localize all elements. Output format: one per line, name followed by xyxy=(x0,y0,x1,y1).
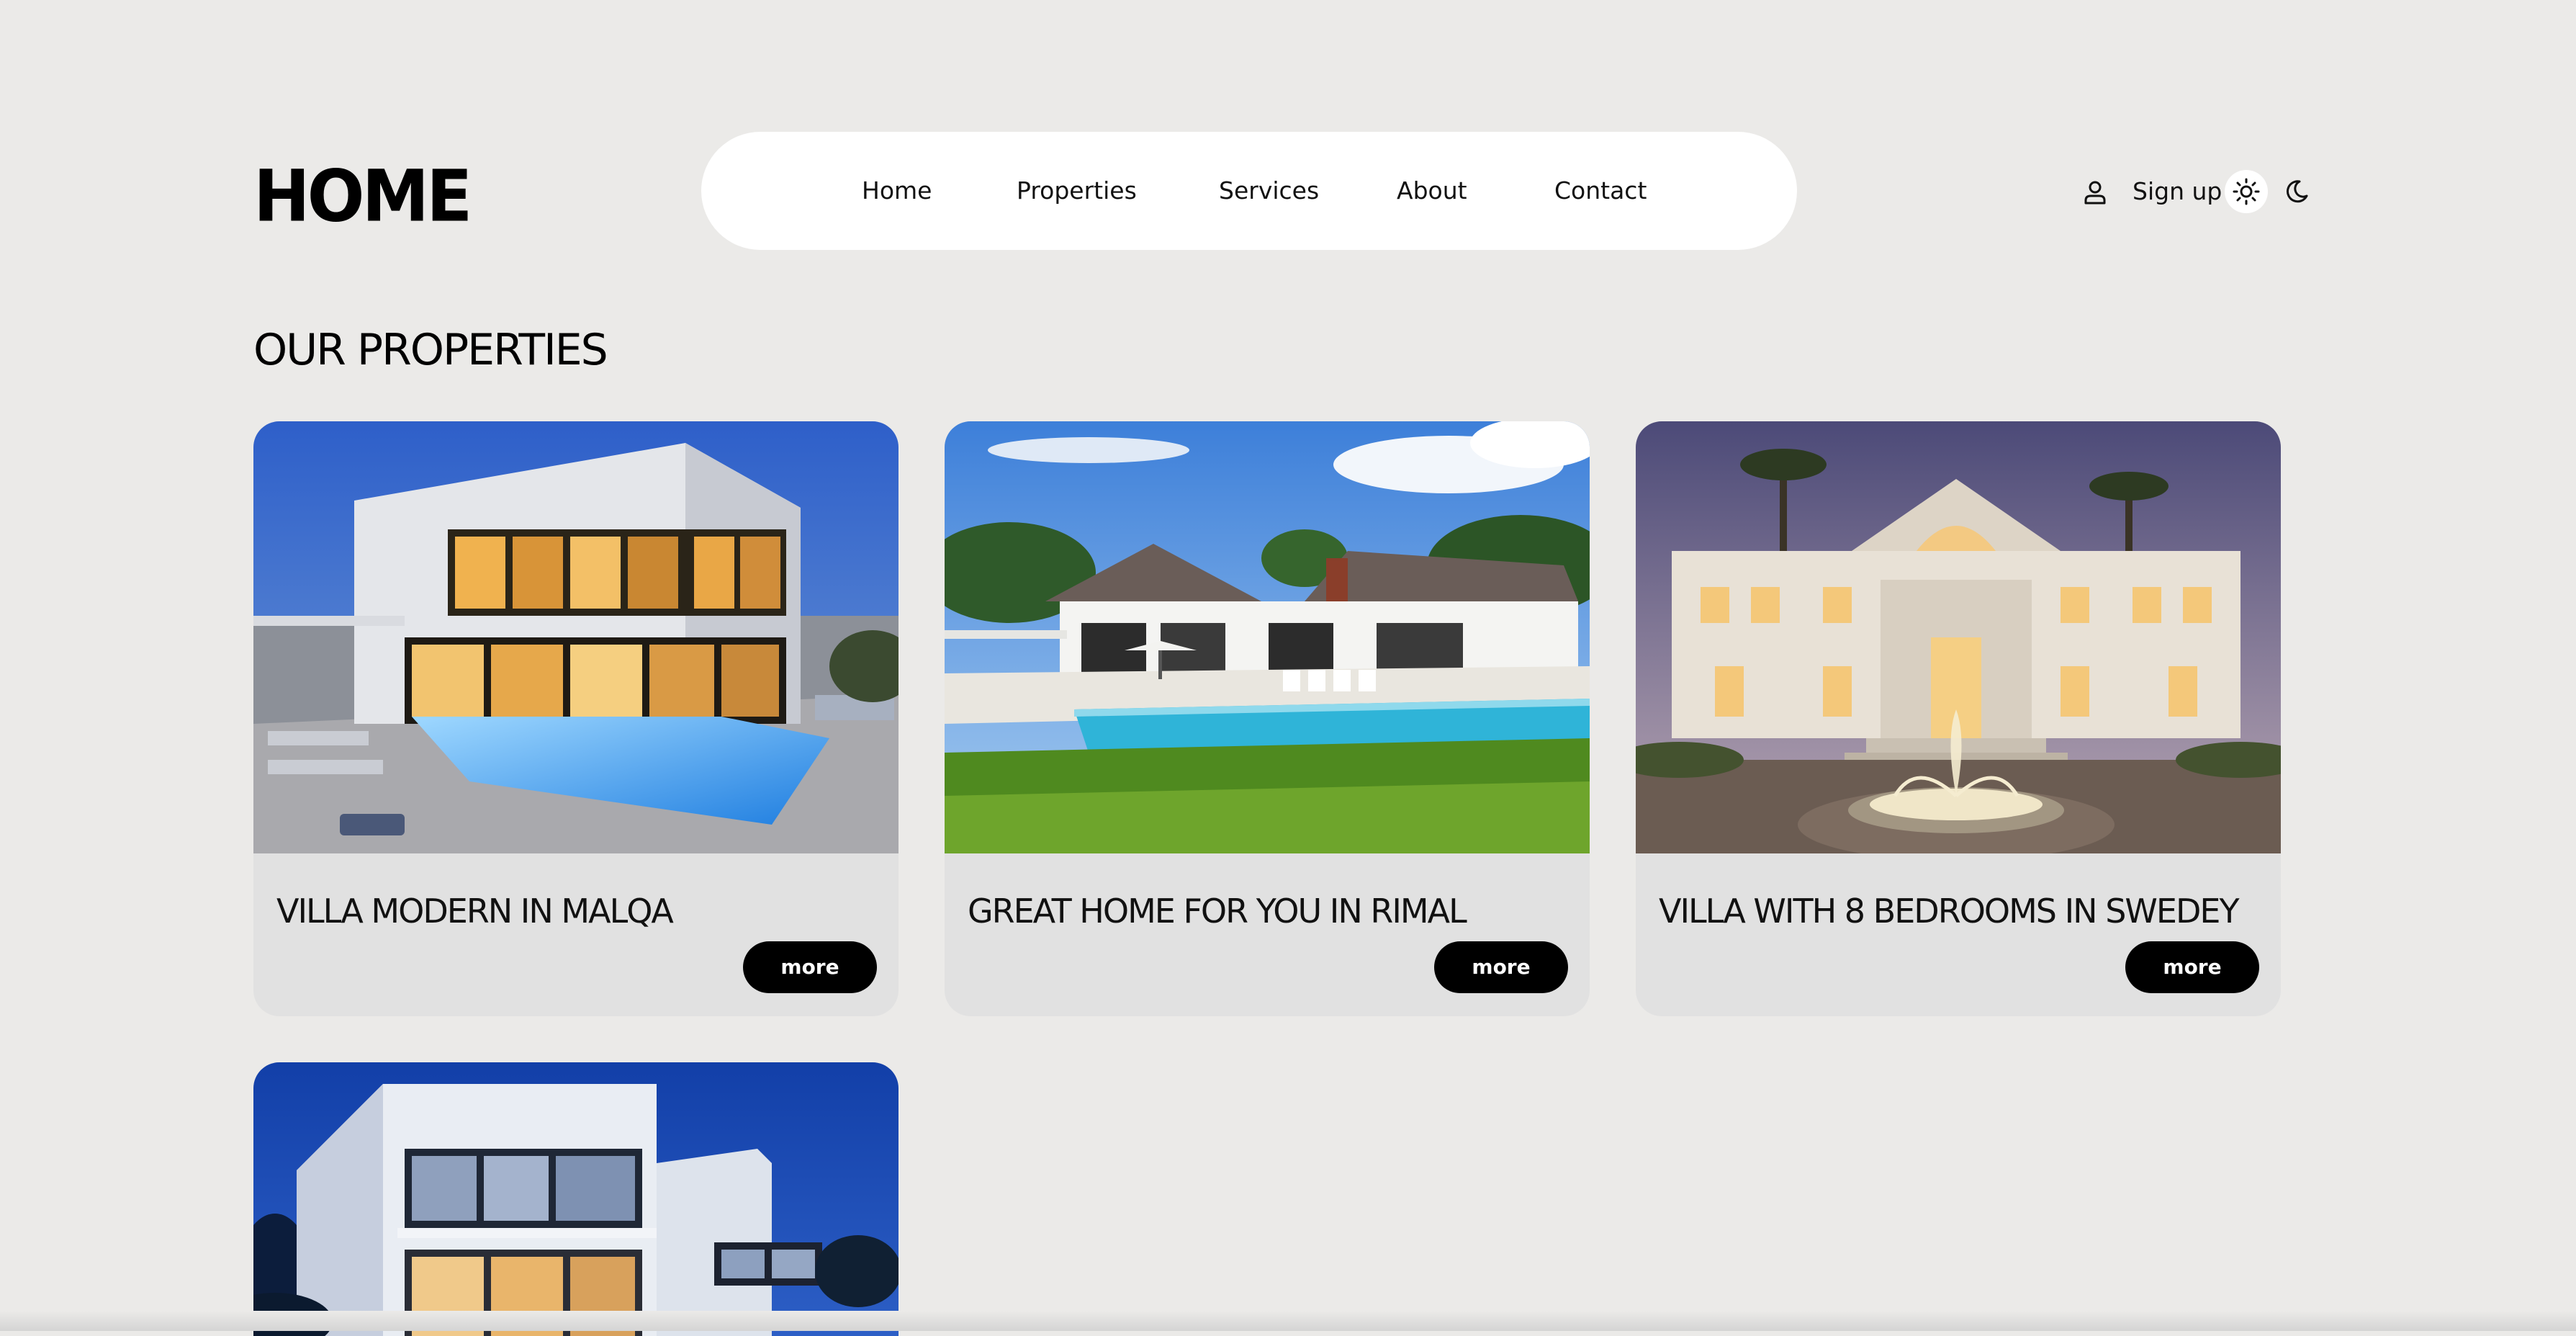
property-image xyxy=(253,1062,899,1336)
property-title: VILLA MODERN IN MALQA xyxy=(276,892,674,931)
property-image xyxy=(1636,421,2281,853)
nav-properties[interactable]: Properties xyxy=(1017,132,1137,250)
more-button[interactable]: more xyxy=(1434,941,1568,993)
property-image xyxy=(945,421,1590,853)
property-title: GREAT HOME FOR YOU IN RIMAL xyxy=(968,892,1467,931)
property-card[interactable]: GREAT HOME FOR YOU IN RIMAL more xyxy=(945,421,1590,1016)
nav-services[interactable]: Services xyxy=(1219,132,1319,250)
user-icon[interactable] xyxy=(2081,178,2109,207)
dark-mode-button[interactable] xyxy=(2275,170,2318,213)
sign-up-link[interactable]: Sign up xyxy=(2133,170,2222,213)
property-image xyxy=(253,421,899,853)
nav-contact[interactable]: Contact xyxy=(1554,132,1647,250)
site-logo[interactable]: HOME xyxy=(253,156,472,239)
moon-icon xyxy=(2286,180,2308,203)
page-bottom-edge xyxy=(0,1311,2576,1331)
property-card[interactable]: VILLA MODERN IN MALQA more xyxy=(253,421,899,1016)
light-mode-button[interactable] xyxy=(2225,170,2268,213)
more-button[interactable]: more xyxy=(743,941,877,993)
nav-home[interactable]: Home xyxy=(862,132,932,250)
property-card[interactable] xyxy=(253,1062,899,1336)
section-title: OUR PROPERTIES xyxy=(253,325,608,375)
more-button[interactable]: more xyxy=(2125,941,2259,993)
main-navigation: Home Properties Services About Contact xyxy=(701,132,1797,250)
property-card[interactable]: VILLA WITH 8 BEDROOMS IN SWEDEY more xyxy=(1636,421,2281,1016)
nav-about[interactable]: About xyxy=(1397,132,1467,250)
property-title: VILLA WITH 8 BEDROOMS IN SWEDEY xyxy=(1659,892,2240,931)
sun-icon xyxy=(2233,178,2260,205)
